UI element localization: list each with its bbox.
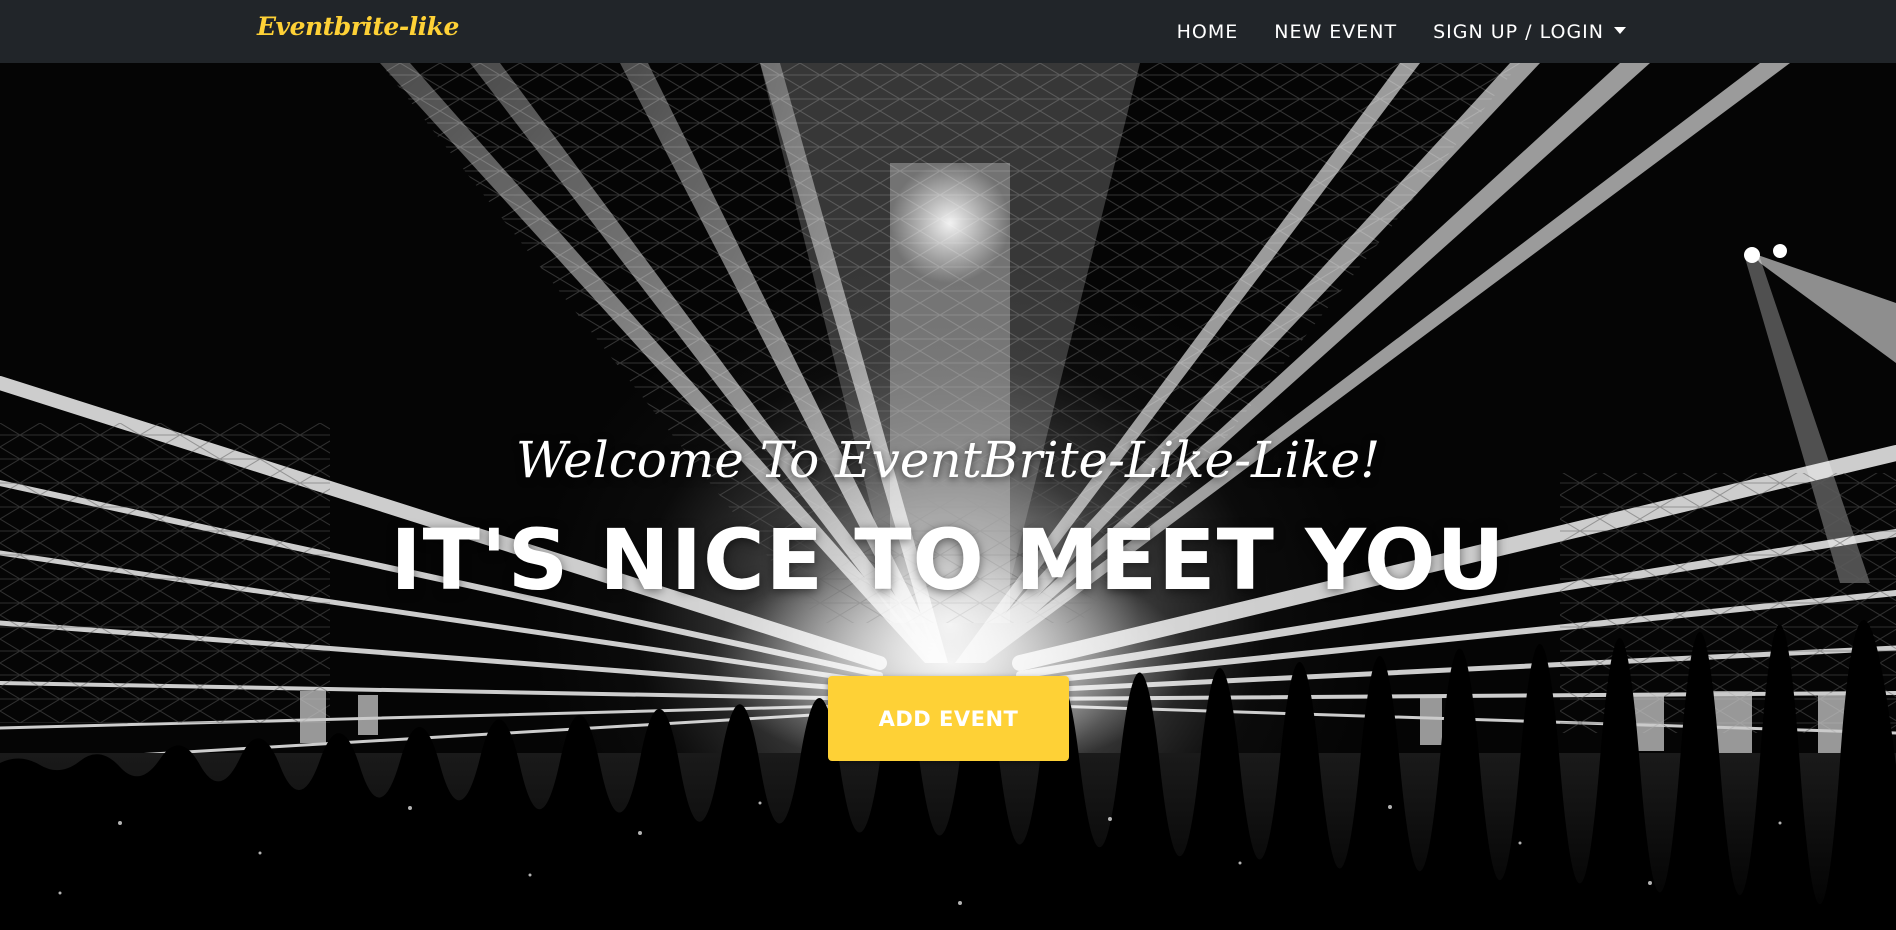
add-event-button[interactable]: ADD EVENT bbox=[828, 676, 1069, 761]
brand-logo[interactable]: Eventbrite-like bbox=[257, 12, 459, 41]
hero-section: Welcome To EventBrite-Like-Like! IT'S NI… bbox=[0, 63, 1896, 930]
hero-headline: IT'S NICE TO MEET YOU bbox=[390, 511, 1506, 609]
nav-home-link[interactable]: HOME bbox=[1177, 21, 1239, 43]
nav-signup-login-label: SIGN UP / LOGIN bbox=[1433, 20, 1604, 43]
hero-welcome-text: Welcome To EventBrite-Like-Like! bbox=[515, 431, 1381, 489]
nav-home-label: HOME bbox=[1176, 20, 1239, 43]
hero-content: Welcome To EventBrite-Like-Like! IT'S NI… bbox=[0, 63, 1896, 930]
nav-new-event-label: NEW EVENT bbox=[1274, 20, 1398, 43]
navbar: Eventbrite-like HOME NEW EVENT SIGN UP /… bbox=[0, 0, 1896, 63]
page: Eventbrite-like HOME NEW EVENT SIGN UP /… bbox=[0, 0, 1896, 930]
caret-down-icon bbox=[1614, 27, 1626, 34]
nav-new-event-link[interactable]: NEW EVENT bbox=[1274, 21, 1397, 43]
nav-signup-login-dropdown[interactable]: SIGN UP / LOGIN bbox=[1433, 21, 1626, 43]
nav-links: HOME NEW EVENT SIGN UP / LOGIN bbox=[1141, 0, 1626, 63]
